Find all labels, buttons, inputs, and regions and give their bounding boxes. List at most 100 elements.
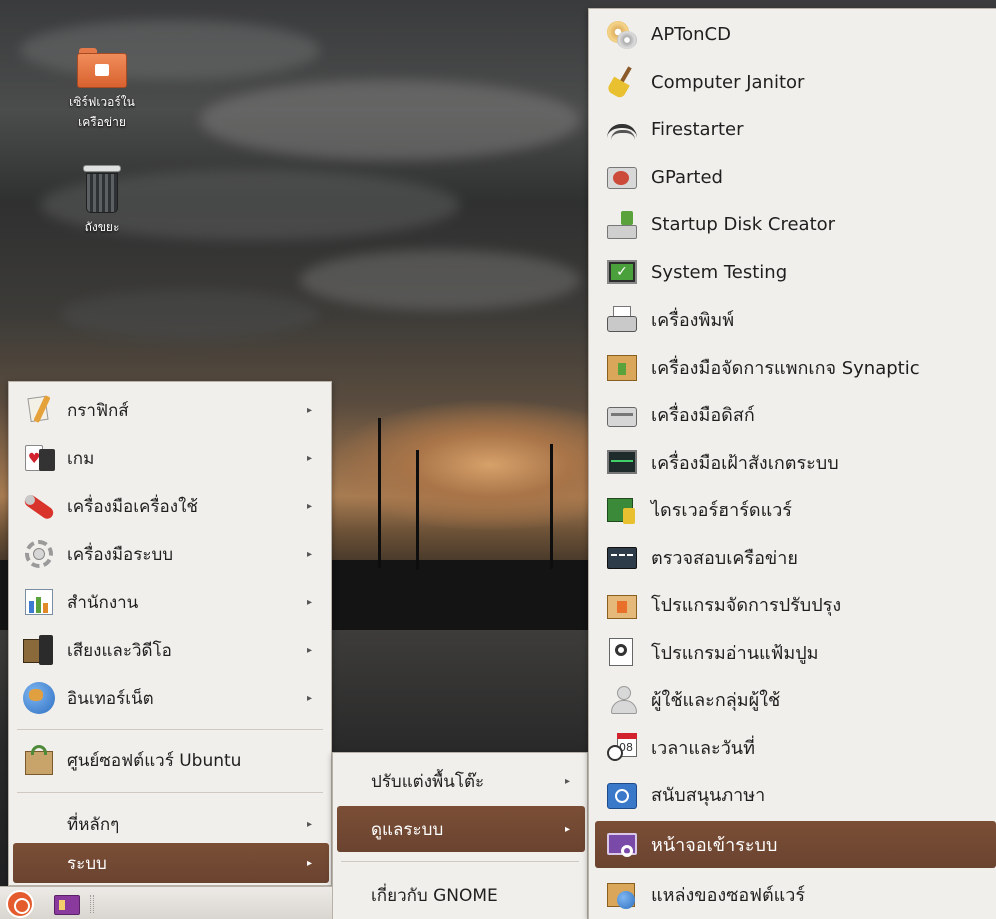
time-date-icon: 08 xyxy=(605,731,639,763)
menu-item-printing[interactable]: เครื่องพิมพ์ xyxy=(589,296,996,344)
submenu-arrow-icon: ▸ xyxy=(307,500,313,512)
menu-item-users-groups[interactable]: ผู้ใช้และกลุ่มผู้ใช้ xyxy=(589,676,996,724)
submenu-arrow-icon: ▸ xyxy=(307,644,313,656)
menu-item-system-testing[interactable]: ✓ System Testing xyxy=(589,249,996,297)
submenu-arrow-icon: ▸ xyxy=(307,857,313,869)
menu-item-synaptic[interactable]: เครื่องมือจัดการแพกเกจ Synaptic xyxy=(589,344,996,392)
menu-item-office[interactable]: สำนักงาน ▸ xyxy=(9,580,331,624)
menu-item-label: เกี่ยวกับ GNOME xyxy=(371,885,498,906)
menu-item-label: GParted xyxy=(651,166,723,188)
menu-item-label: เครื่องมือเครื่องใช้ xyxy=(67,496,198,517)
users-groups-icon xyxy=(605,684,639,716)
menu-item-log-viewer[interactable]: โปรแกรมอ่านแฟ้มปูม xyxy=(589,629,996,677)
menu-item-login-screen[interactable]: หน้าจอเข้าระบบ xyxy=(595,821,996,868)
desktop-icon-label: ถังขยะ xyxy=(84,220,120,234)
menu-item-label: ปรับแต่งพื้นโต๊ะ xyxy=(371,771,485,792)
firestarter-icon xyxy=(605,114,639,146)
submenu-arrow-icon: ▸ xyxy=(307,596,313,608)
menu-item-graphics[interactable]: กราฟิกส์ ▸ xyxy=(9,388,331,432)
submenu-arrow-icon: ▸ xyxy=(307,818,313,830)
menu-item-label: โปรแกรมอ่านแฟ้มปูม xyxy=(651,642,819,664)
menu-item-label: Firestarter xyxy=(651,119,744,141)
menu-item-administration[interactable]: ดูแลระบบ ▸ xyxy=(337,806,585,852)
submenu-arrow-icon: ▸ xyxy=(307,404,313,416)
printer-icon xyxy=(605,304,639,336)
menu-item-label: อินเทอร์เน็ต xyxy=(67,688,154,709)
gparted-icon xyxy=(605,161,639,193)
broom-icon xyxy=(605,66,639,100)
startup-disk-icon xyxy=(605,209,639,241)
menu-item-gparted[interactable]: GParted xyxy=(589,154,996,202)
ubuntu-menu-icon[interactable] xyxy=(6,890,34,918)
menu-item-internet[interactable]: อินเทอร์เน็ต ▸ xyxy=(9,676,331,720)
administration-menu: APTonCD Computer Janitor Firestarter GPa… xyxy=(588,8,996,919)
menu-item-label: ระบบ xyxy=(67,853,107,874)
menu-item-label: โปรแกรมจัดการปรับปรุง xyxy=(651,595,842,617)
log-viewer-icon xyxy=(605,636,639,668)
panel-drag-handle[interactable] xyxy=(90,895,94,913)
menu-item-system-monitor[interactable]: เครื่องมือเฝ้าสังเกตระบบ xyxy=(589,439,996,487)
system-tools-icon xyxy=(21,537,57,571)
synaptic-icon xyxy=(605,351,639,383)
network-servers-desktop-icon[interactable]: เซิร์ฟเวอร์ใน เครือข่าย xyxy=(52,48,152,132)
menu-item-network-tools[interactable]: ตรวจสอบเครือข่าย xyxy=(589,534,996,582)
network-folder-icon xyxy=(77,48,127,88)
menu-item-disk-utility[interactable]: เครื่องมือดิสก์ xyxy=(589,391,996,439)
menu-item-accessories[interactable]: เครื่องมือเครื่องใช้ ▸ xyxy=(9,484,331,528)
menu-item-label: สนับสนุนภาษา xyxy=(651,785,766,807)
menu-item-label: APTonCD xyxy=(651,24,731,46)
menu-item-games[interactable]: ♥ เกม ▸ xyxy=(9,436,331,480)
menu-item-label: เครื่องมือจัดการแพกเกจ Synaptic xyxy=(651,357,920,379)
menu-item-hardware-drivers[interactable]: ไดรเวอร์ฮาร์ดแวร์ xyxy=(589,486,996,534)
submenu-arrow-icon: ▸ xyxy=(307,548,313,560)
menu-item-label: System Testing xyxy=(651,261,788,283)
menu-item-software-sources[interactable]: แหล่งของซอฟต์แวร์ xyxy=(589,871,996,919)
menu-item-label: เวลาและวันที่ xyxy=(651,737,755,759)
menu-item-computer-janitor[interactable]: Computer Janitor xyxy=(589,59,996,107)
menu-item-startup-disk-creator[interactable]: Startup Disk Creator xyxy=(589,201,996,249)
menu-item-about-gnome[interactable]: เกี่ยวกับ GNOME xyxy=(333,873,587,917)
games-icon: ♥ xyxy=(21,441,57,475)
menu-item-label: ที่หลักๆ xyxy=(67,814,120,835)
software-sources-icon xyxy=(605,879,639,911)
menu-item-label: กราฟิกส์ xyxy=(67,400,129,421)
menu-item-places[interactable]: ที่หลักๆ ▸ xyxy=(9,802,331,846)
submenu-arrow-icon: ▸ xyxy=(565,775,571,787)
menu-separator xyxy=(17,792,323,793)
desktop-icon-label: เซิร์ฟเวอร์ใน xyxy=(69,95,135,109)
accessories-icon xyxy=(21,489,57,523)
internet-icon xyxy=(21,681,57,715)
menu-item-ubuntu-software-center[interactable]: ศูนย์ซอฟต์แวร์ Ubuntu xyxy=(9,738,331,782)
menu-item-label: เครื่องมือดิสก์ xyxy=(651,405,755,427)
applications-menu: กราฟิกส์ ▸ ♥ เกม ▸ เครื่องมือเครื่องใช้ … xyxy=(8,381,332,886)
menu-item-update-manager[interactable]: โปรแกรมจัดการปรับปรุง xyxy=(589,581,996,629)
desktop-icon-label: เครือข่าย xyxy=(78,115,126,129)
menu-item-label: เครื่องมือเฝ้าสังเกตระบบ xyxy=(651,452,839,474)
launcher-icon[interactable] xyxy=(54,895,80,915)
menu-item-system[interactable]: ระบบ ▸ xyxy=(13,843,329,883)
menu-item-label: ผู้ใช้และกลุ่มผู้ใช้ xyxy=(651,690,781,712)
software-center-icon xyxy=(21,743,57,777)
menu-item-time-date[interactable]: 08 เวลาและวันที่ xyxy=(589,724,996,772)
system-monitor-icon xyxy=(605,446,639,478)
office-icon xyxy=(21,585,57,619)
graphics-icon xyxy=(21,393,57,427)
disk-utility-icon xyxy=(605,399,639,431)
menu-separator xyxy=(17,729,323,730)
menu-item-language-support[interactable]: สนับสนุนภาษา xyxy=(589,771,996,819)
language-support-icon xyxy=(605,779,639,811)
menu-item-aptoncd[interactable]: APTonCD xyxy=(589,11,996,59)
menu-item-label: หน้าจอเข้าระบบ xyxy=(651,835,778,856)
menu-item-label: Startup Disk Creator xyxy=(651,214,836,236)
menu-item-firestarter[interactable]: Firestarter xyxy=(589,106,996,154)
login-screen-icon xyxy=(605,829,639,861)
menu-item-label: แหล่งของซอฟต์แวร์ xyxy=(651,885,806,907)
trash-desktop-icon[interactable]: ถังขยะ xyxy=(52,165,152,237)
trash-icon xyxy=(83,165,121,213)
menu-item-system-tools[interactable]: เครื่องมือระบบ ▸ xyxy=(9,532,331,576)
submenu-arrow-icon: ▸ xyxy=(307,452,313,464)
menu-item-preferences[interactable]: ปรับแต่งพื้นโต๊ะ ▸ xyxy=(333,759,587,803)
menu-item-sound-video[interactable]: เสียงและวิดีโอ ▸ xyxy=(9,628,331,672)
menu-item-label: เกม xyxy=(67,448,95,469)
submenu-arrow-icon: ▸ xyxy=(565,823,571,835)
